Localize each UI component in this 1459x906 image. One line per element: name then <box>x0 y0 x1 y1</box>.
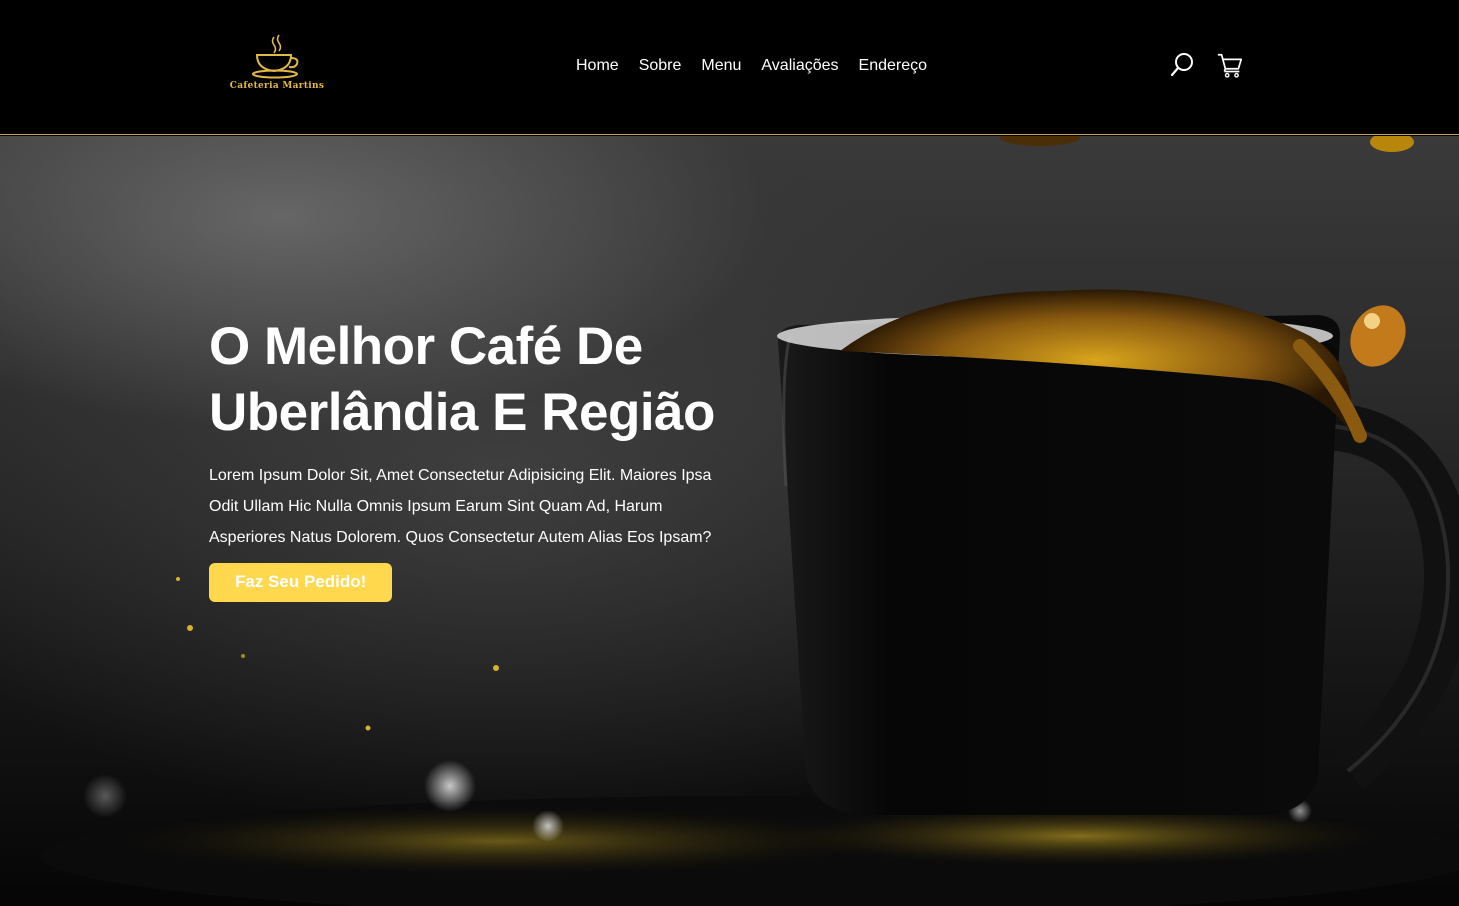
hero-title-line-1: O Melhor Café De <box>209 317 643 376</box>
nav-item-avaliacoes[interactable]: Avaliações <box>751 54 848 78</box>
site-header: Cafeteria Martins Home Sobre Menu Avalia… <box>0 0 1459 135</box>
nav-item-endereco[interactable]: Endereço <box>849 54 938 78</box>
hero-text-line-3: Asperiores Natus Dolorem. Quos Consectet… <box>209 529 712 546</box>
cart-icon <box>1217 53 1243 78</box>
coffee-cup-logo-icon <box>252 34 299 79</box>
brand-logo[interactable]: Cafeteria Martins <box>229 33 325 95</box>
cart-button[interactable] <box>1216 50 1244 80</box>
nav-item-menu[interactable]: Menu <box>691 54 751 78</box>
hero-title-line-2: Uberlândia E Região <box>209 383 715 442</box>
search-icon <box>1170 53 1193 77</box>
hero-title: O Melhor Café De Uberlândia E Região <box>209 314 749 446</box>
order-button[interactable]: Faz Seu Pedido! <box>209 563 393 602</box>
logo-text: Cafeteria Martins <box>229 81 325 91</box>
header-actions <box>1168 50 1244 80</box>
nav-item-sobre[interactable]: Sobre <box>629 54 692 78</box>
hero-text-line-1: Lorem Ipsum Dolor Sit, Amet Consectetur … <box>209 467 712 484</box>
main-nav: Home Sobre Menu Avaliações Endereço <box>566 54 937 78</box>
hero-section: O Melhor Café De Uberlândia E Região Lor… <box>0 136 1459 906</box>
hero-content: O Melhor Café De Uberlândia E Região Lor… <box>209 314 749 602</box>
hero-text-line-2: Odit Ullam Hic Nulla Omnis Ipsum Earum S… <box>209 498 663 515</box>
hero-description: Lorem Ipsum Dolor Sit, Amet Consectetur … <box>209 460 749 553</box>
search-button[interactable] <box>1168 50 1196 80</box>
nav-item-home[interactable]: Home <box>566 54 629 78</box>
